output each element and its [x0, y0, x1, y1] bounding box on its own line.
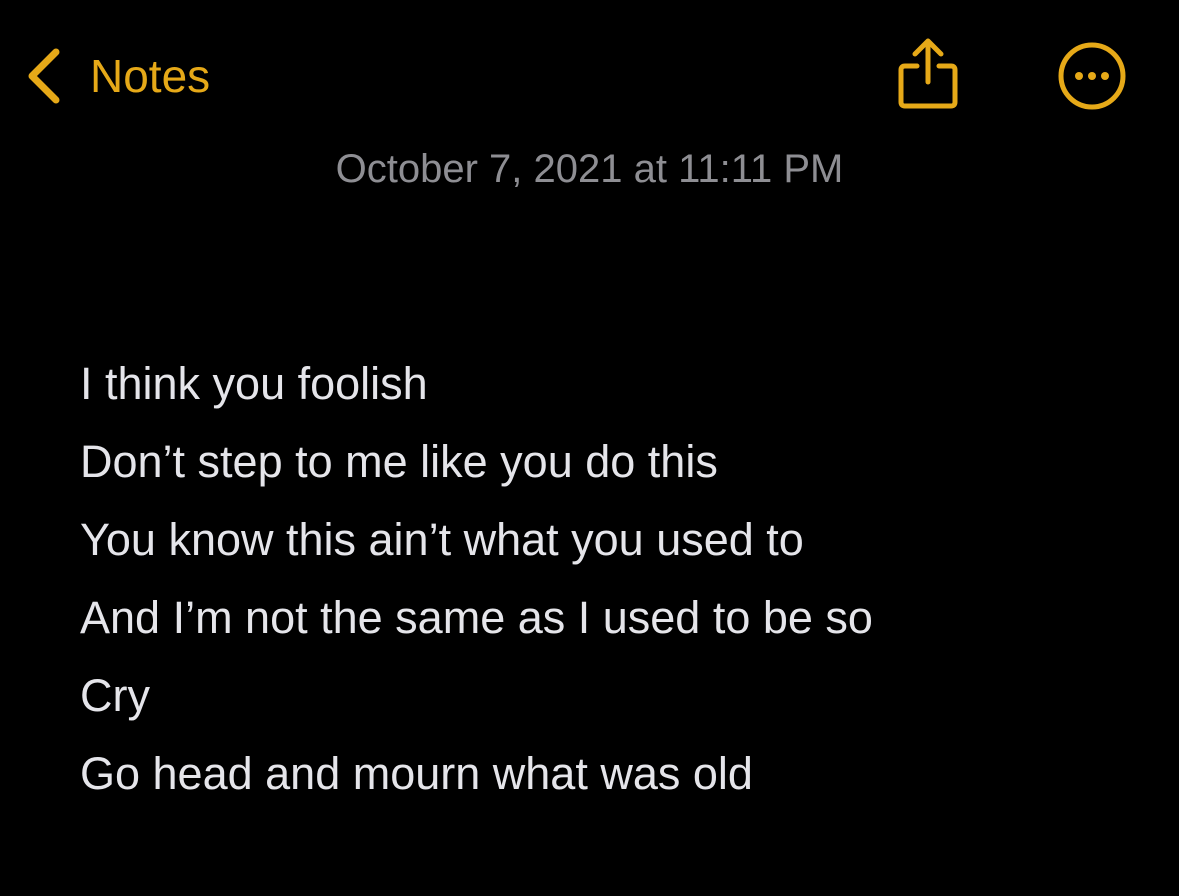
notes-screen: Notes October 7, 2021 at 11:11 PM I thin…	[0, 0, 1179, 896]
back-button[interactable]: Notes	[24, 44, 210, 108]
note-line: I think you foolish	[80, 358, 428, 409]
note-line: Go head and mourn what was old	[80, 748, 753, 799]
note-line: You know this ain’t what you used to	[80, 514, 804, 565]
ellipsis-circle-icon[interactable]	[1056, 40, 1128, 112]
note-timestamp: October 7, 2021 at 11:11 PM	[335, 147, 844, 191]
note-line: Don’t step to me like you do this	[80, 436, 718, 487]
note-line: And I’m not the same as I used to be so	[80, 592, 873, 643]
share-icon[interactable]	[895, 36, 961, 112]
note-line: Cry	[80, 670, 150, 721]
back-label: Notes	[90, 50, 211, 102]
note-body[interactable]: I think you foolish Don’t step to me lik…	[80, 350, 1140, 818]
chevron-left-icon	[28, 48, 60, 104]
